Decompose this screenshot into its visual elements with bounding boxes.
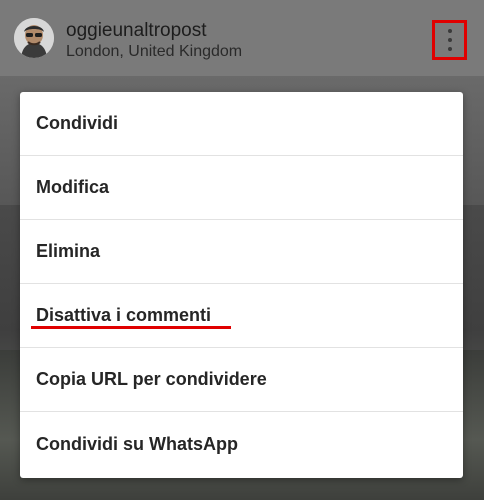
- menu-item-label: Condividi: [36, 113, 118, 133]
- menu-item-label: Modifica: [36, 177, 110, 197]
- menu-item-label: Elimina: [36, 241, 101, 261]
- menu-item-label: Condividi su WhatsApp: [36, 433, 238, 454]
- avatar-image: [14, 18, 54, 58]
- menu-item-disable-comments[interactable]: Disattiva i commenti: [20, 284, 463, 348]
- menu-item-label: Copia URL per condividere: [36, 369, 267, 389]
- options-menu: Condividi Modifica Elimina Disattiva i c…: [20, 92, 463, 478]
- menu-item-share-whatsapp[interactable]: Condividi su WhatsApp: [20, 412, 463, 476]
- post-header: oggieunaltropost London, United Kingdom: [0, 0, 484, 76]
- menu-item-edit[interactable]: Modifica: [20, 156, 463, 220]
- location-label[interactable]: London, United Kingdom: [66, 43, 242, 61]
- highlight-underline: [31, 326, 231, 329]
- menu-item-share[interactable]: Condividi: [20, 92, 463, 156]
- menu-item-copy-url[interactable]: Copia URL per condividere: [20, 348, 463, 412]
- username[interactable]: oggieunaltropost: [66, 20, 207, 42]
- more-options-button[interactable]: [432, 20, 467, 60]
- menu-item-delete[interactable]: Elimina: [20, 220, 463, 284]
- more-vertical-icon-dot-2: [447, 38, 452, 42]
- more-vertical-icon-dot-3: [447, 47, 452, 51]
- more-vertical-icon: [447, 29, 452, 33]
- menu-item-label: Disattiva i commenti: [36, 305, 212, 325]
- avatar[interactable]: [14, 18, 54, 58]
